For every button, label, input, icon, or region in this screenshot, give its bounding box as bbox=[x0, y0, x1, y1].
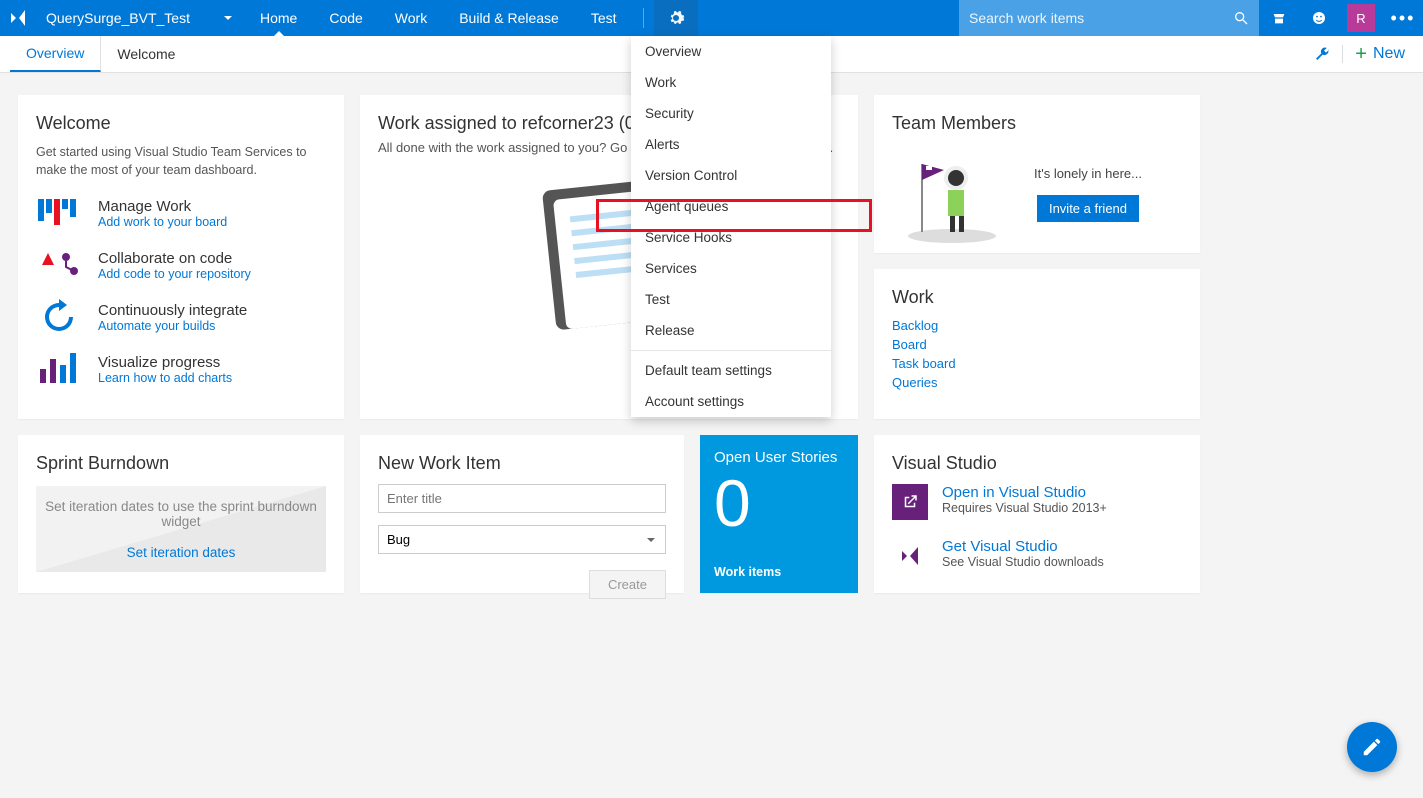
link-add-code[interactable]: Add code to your repository bbox=[98, 267, 251, 281]
settings-button[interactable] bbox=[654, 0, 698, 36]
new-button[interactable]: + New bbox=[1355, 43, 1405, 66]
chevron-down-icon bbox=[222, 12, 234, 24]
welcome-desc: Get started using Visual Studio Team Ser… bbox=[36, 144, 326, 179]
dd-service-hooks[interactable]: Service Hooks bbox=[631, 222, 831, 253]
link-backlog[interactable]: Backlog bbox=[892, 318, 1182, 333]
new-item-title-input[interactable] bbox=[378, 484, 666, 513]
dd-overview[interactable]: Overview bbox=[631, 36, 831, 67]
tile-title: Open User Stories bbox=[714, 449, 844, 466]
topbar-right: R ••• bbox=[1259, 0, 1423, 36]
new-work-item-card: New Work Item Bug Create bbox=[360, 435, 684, 593]
vs-title: Visual Studio bbox=[892, 453, 1182, 474]
tab-welcome[interactable]: Welcome bbox=[101, 36, 191, 72]
link-task-board[interactable]: Task board bbox=[892, 356, 1182, 371]
vs-icon bbox=[892, 538, 928, 574]
welcome-item-ci: Continuously integrateAutomate your buil… bbox=[36, 299, 326, 335]
user-avatar[interactable]: R bbox=[1347, 4, 1375, 32]
dd-agent-queues[interactable]: Agent queues bbox=[631, 191, 831, 222]
project-name: QuerySurge_BVT_Test bbox=[46, 10, 190, 26]
dd-test[interactable]: Test bbox=[631, 284, 831, 315]
nav-work[interactable]: Work bbox=[379, 0, 443, 36]
dd-release[interactable]: Release bbox=[631, 315, 831, 346]
create-button[interactable]: Create bbox=[589, 570, 666, 599]
edit-dashboard-fab[interactable] bbox=[1347, 722, 1397, 772]
new-item-type-select[interactable]: Bug bbox=[378, 525, 666, 554]
help-smiley-icon[interactable] bbox=[1299, 10, 1339, 26]
link-board[interactable]: Board bbox=[892, 337, 1182, 352]
link-get-vs[interactable]: Get Visual Studio bbox=[942, 538, 1104, 555]
open-user-stories-tile[interactable]: Open User Stories 0 Work items bbox=[700, 435, 858, 593]
work-links-card: Work Backlog Board Task board Queries bbox=[874, 269, 1200, 419]
board-icon bbox=[36, 195, 82, 231]
dd-work[interactable]: Work bbox=[631, 67, 831, 98]
wrench-icon[interactable] bbox=[1314, 46, 1330, 62]
welcome-item-collaborate: Collaborate on codeAdd code to your repo… bbox=[36, 247, 326, 283]
chevron-down-icon bbox=[645, 534, 657, 546]
nav-home[interactable]: Home bbox=[244, 0, 313, 36]
nav-test[interactable]: Test bbox=[575, 0, 633, 36]
tile-count: 0 bbox=[714, 470, 844, 536]
welcome-title: Welcome bbox=[36, 113, 326, 134]
dd-services[interactable]: Services bbox=[631, 253, 831, 284]
open-vs-icon bbox=[892, 484, 928, 520]
astronaut-illustration bbox=[892, 144, 1012, 244]
code-icon bbox=[36, 247, 82, 283]
settings-dropdown: Overview Work Security Alerts Version Co… bbox=[631, 36, 831, 417]
subnav-divider bbox=[1342, 45, 1343, 63]
bars-icon bbox=[36, 351, 82, 387]
dd-account-settings[interactable]: Account settings bbox=[631, 386, 831, 417]
tile-sub: Work items bbox=[714, 565, 844, 579]
visual-studio-card: Visual Studio Open in Visual StudioRequi… bbox=[874, 435, 1200, 593]
link-automate-builds[interactable]: Automate your builds bbox=[98, 319, 247, 333]
team-title: Team Members bbox=[892, 113, 1182, 134]
link-add-work[interactable]: Add work to your board bbox=[98, 215, 227, 229]
nav-build-release[interactable]: Build & Release bbox=[443, 0, 575, 36]
search-box[interactable] bbox=[959, 0, 1259, 36]
vs-open: Open in Visual StudioRequires Visual Stu… bbox=[892, 484, 1182, 520]
link-queries[interactable]: Queries bbox=[892, 375, 1182, 390]
invite-friend-button[interactable]: Invite a friend bbox=[1037, 195, 1139, 222]
work-links-title: Work bbox=[892, 287, 1182, 308]
sprint-title: Sprint Burndown bbox=[36, 453, 326, 474]
lonely-text: It's lonely in here... bbox=[1034, 166, 1142, 181]
project-switcher[interactable]: QuerySurge_BVT_Test bbox=[36, 0, 244, 36]
welcome-card: Welcome Get started using Visual Studio … bbox=[18, 95, 344, 419]
topbar: QuerySurge_BVT_Test Home Code Work Build… bbox=[0, 0, 1423, 36]
more-icon[interactable]: ••• bbox=[1383, 8, 1423, 29]
vs-get: Get Visual StudioSee Visual Studio downl… bbox=[892, 538, 1182, 574]
dd-default-team-settings[interactable]: Default team settings bbox=[631, 355, 831, 386]
tab-overview[interactable]: Overview bbox=[10, 36, 101, 72]
dd-security[interactable]: Security bbox=[631, 98, 831, 129]
vs-logo-icon[interactable] bbox=[0, 0, 36, 36]
plus-icon: + bbox=[1355, 43, 1367, 66]
link-open-vs[interactable]: Open in Visual Studio bbox=[942, 484, 1107, 501]
top-nav: Home Code Work Build & Release Test bbox=[244, 0, 633, 36]
nav-divider bbox=[643, 8, 644, 28]
nav-code[interactable]: Code bbox=[313, 0, 378, 36]
cycle-icon bbox=[36, 299, 82, 335]
sprint-burndown-card: Sprint Burndown Set iteration dates to u… bbox=[18, 435, 344, 593]
link-add-charts[interactable]: Learn how to add charts bbox=[98, 371, 232, 385]
sprint-chart-placeholder: Set iteration dates to use the sprint bu… bbox=[36, 486, 326, 572]
welcome-item-manage-work: Manage WorkAdd work to your board bbox=[36, 195, 326, 231]
new-item-title: New Work Item bbox=[378, 453, 666, 474]
marketplace-icon[interactable] bbox=[1259, 10, 1299, 26]
dd-version-control[interactable]: Version Control bbox=[631, 160, 831, 191]
search-icon[interactable] bbox=[1233, 10, 1249, 26]
search-input[interactable] bbox=[969, 10, 1233, 26]
team-members-card: Team Members It's lonely in here... bbox=[874, 95, 1200, 253]
set-iteration-link[interactable]: Set iteration dates bbox=[127, 545, 236, 560]
welcome-item-visualize: Visualize progressLearn how to add chart… bbox=[36, 351, 326, 387]
dd-alerts[interactable]: Alerts bbox=[631, 129, 831, 160]
